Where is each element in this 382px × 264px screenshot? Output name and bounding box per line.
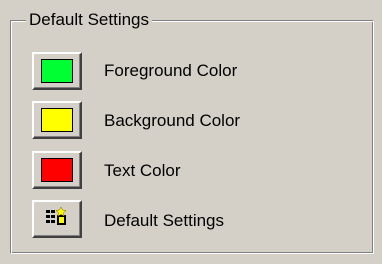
groupbox-title: Default Settings: [26, 9, 153, 31]
default-settings-button[interactable]: [32, 200, 82, 238]
background-color-row: [32, 101, 82, 139]
foreground-color-row: [32, 52, 82, 90]
foreground-color-label: Foreground Color: [104, 61, 238, 80]
default-settings-label: Default Settings: [104, 211, 225, 230]
text-color-row: [32, 151, 82, 189]
foreground-color-swatch: [41, 59, 73, 83]
default-settings-row: [32, 200, 82, 238]
background-color-label: Background Color: [104, 111, 241, 130]
background-color-swatch: [41, 108, 73, 132]
text-color-label: Text Color: [104, 161, 181, 180]
foreground-color-button[interactable]: [32, 52, 82, 90]
background-color-button[interactable]: [32, 101, 82, 139]
text-color-button[interactable]: [32, 151, 82, 189]
default-settings-icon: [45, 205, 69, 232]
text-color-swatch: [41, 158, 73, 182]
